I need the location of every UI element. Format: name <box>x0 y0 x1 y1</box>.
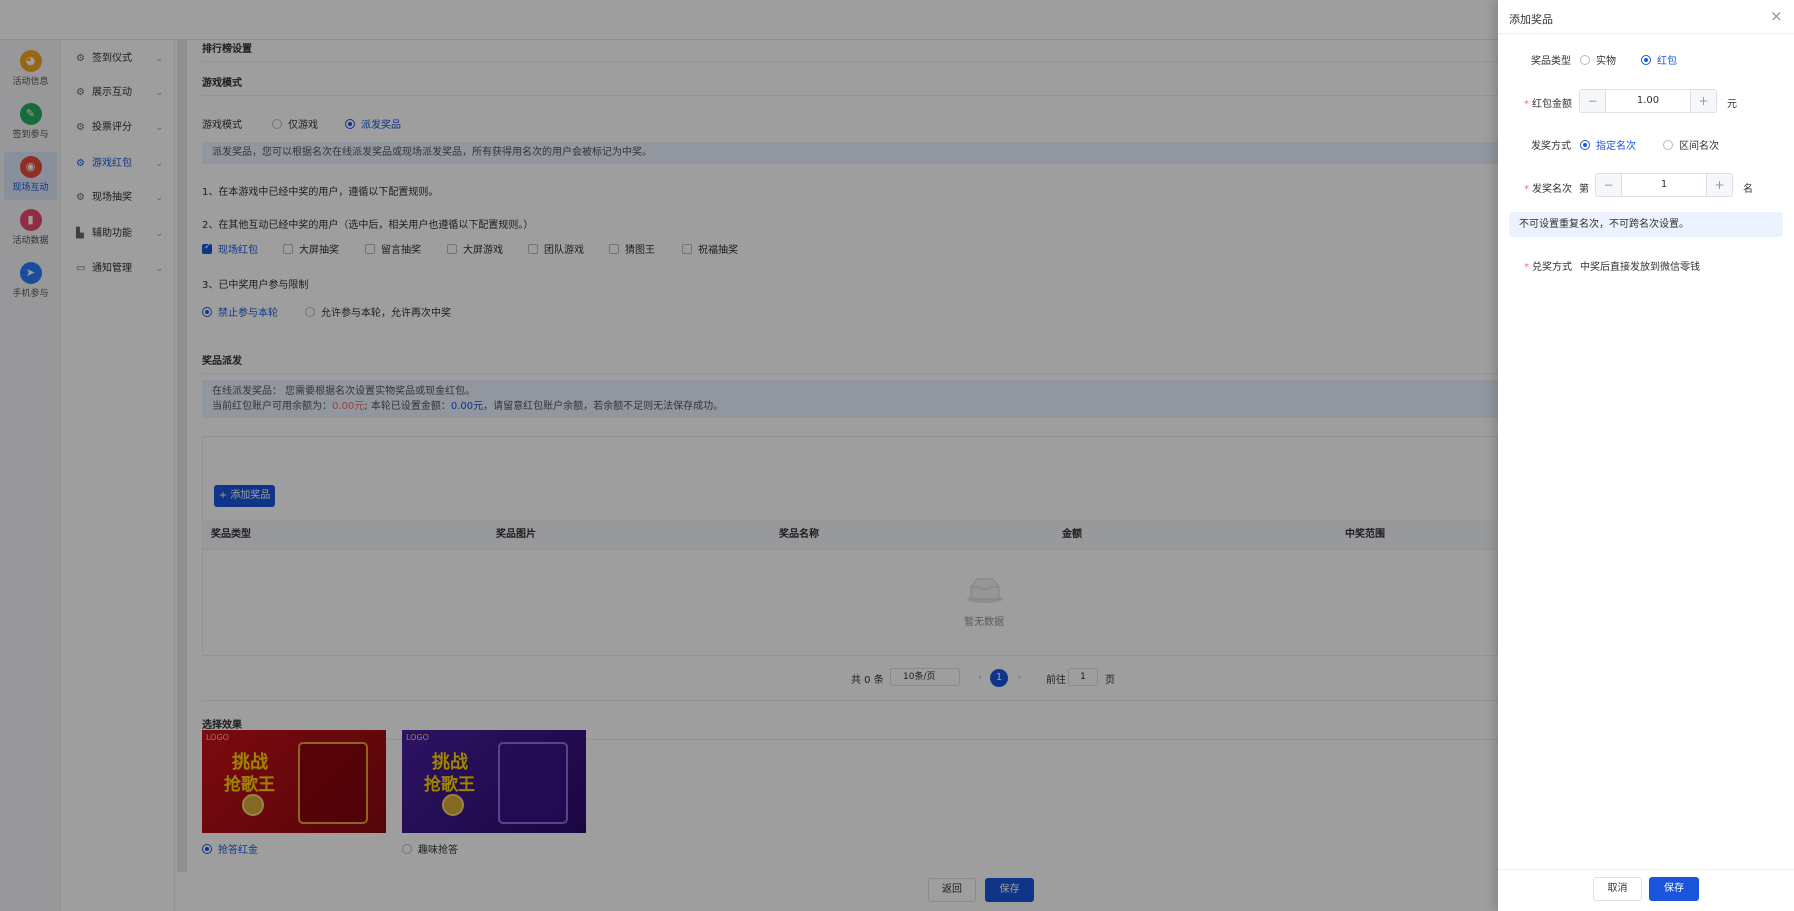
radio-label: 实物 <box>1596 56 1616 67</box>
radio-button[interactable] <box>1580 55 1590 65</box>
amount-unit: 元 <box>1727 99 1737 110</box>
radio-label: 红包 <box>1657 56 1677 67</box>
plus-icon[interactable]: + <box>1690 90 1716 112</box>
rank-stepper[interactable]: − 1 + <box>1595 173 1733 197</box>
rank-note-text: 不可设置重复名次，不可跨名次设置。 <box>1519 219 1689 230</box>
radio-button[interactable] <box>1580 140 1590 150</box>
required-mark: * <box>1524 262 1529 273</box>
rank-suffix: 名 <box>1743 184 1753 195</box>
required-mark: * <box>1524 184 1529 195</box>
amount-stepper[interactable]: − 1.00 + <box>1579 89 1717 113</box>
prize-type-label: 奖品类型 <box>1531 56 1571 67</box>
amount-label: * 红包金额 <box>1524 95 1572 110</box>
close-icon[interactable]: × <box>1770 7 1783 25</box>
cancel-button[interactable]: 取消 <box>1593 877 1642 901</box>
method-option-specific[interactable]: 指定名次 <box>1580 137 1636 152</box>
radio-button[interactable] <box>1641 55 1651 65</box>
minus-icon[interactable]: − <box>1580 90 1606 112</box>
rank-value[interactable]: 1 <box>1622 174 1706 196</box>
radio-label: 区间名次 <box>1679 141 1719 152</box>
prize-type-option-redpacket[interactable]: 红包 <box>1641 52 1677 67</box>
method-label: 发奖方式 <box>1531 141 1571 152</box>
divider <box>1498 869 1794 870</box>
radio-label: 指定名次 <box>1596 141 1636 152</box>
amount-label-text: 红包金额 <box>1532 99 1572 110</box>
method-option-range[interactable]: 区间名次 <box>1663 137 1719 152</box>
required-mark: * <box>1524 99 1529 110</box>
drawer-title: 添加奖品 <box>1509 13 1553 26</box>
rank-label: * 发奖名次 <box>1524 180 1572 195</box>
modal-overlay[interactable] <box>0 0 1498 911</box>
rank-prefix: 第 <box>1579 184 1589 195</box>
redeem-label: * 兑奖方式 <box>1524 258 1572 273</box>
drawer-save-button[interactable]: 保存 <box>1649 877 1699 901</box>
prize-type-option-physical[interactable]: 实物 <box>1580 52 1616 67</box>
radio-button[interactable] <box>1663 140 1673 150</box>
redeem-label-text: 兑奖方式 <box>1532 262 1572 273</box>
rank-label-text: 发奖名次 <box>1532 184 1572 195</box>
amount-value[interactable]: 1.00 <box>1606 90 1690 112</box>
rank-note: 不可设置重复名次，不可跨名次设置。 <box>1509 212 1783 237</box>
minus-icon[interactable]: − <box>1596 174 1622 196</box>
divider <box>1498 33 1794 34</box>
plus-icon[interactable]: + <box>1706 174 1732 196</box>
redeem-value: 中奖后直接发放到微信零钱 <box>1580 262 1700 273</box>
add-prize-drawer: 添加奖品 × 奖品类型 实物 红包 * 红包金额 − 1.00 + 元 发奖方式 … <box>1498 0 1794 911</box>
